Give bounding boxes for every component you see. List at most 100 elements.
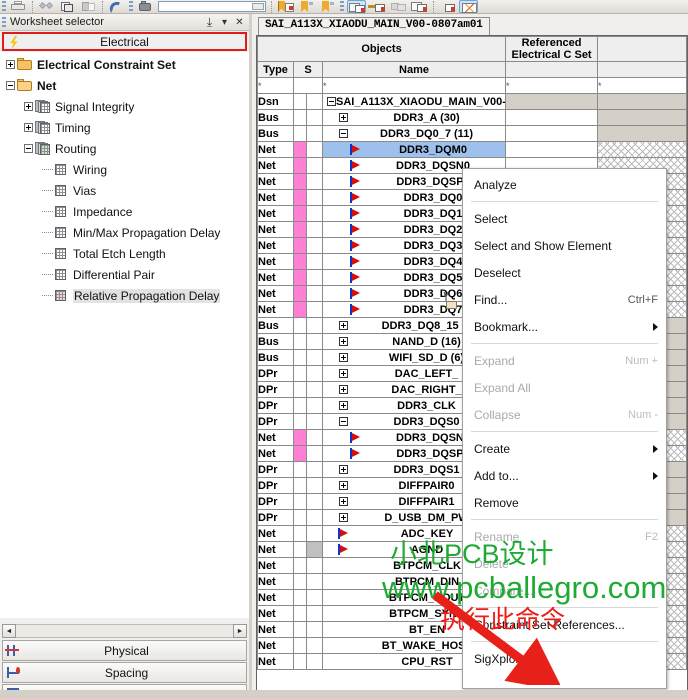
cell-type[interactable]: Net <box>258 542 294 558</box>
worksheet-button-spacing[interactable]: Spacing <box>2 662 247 683</box>
column-s[interactable]: S <box>294 62 323 78</box>
flag-icon[interactable] <box>276 0 295 13</box>
cell-s[interactable] <box>307 366 323 382</box>
cell-type[interactable]: Net <box>258 174 294 190</box>
chevron-down-icon[interactable]: ▾ <box>217 15 232 30</box>
cell-s[interactable] <box>307 174 323 190</box>
cell-s[interactable] <box>307 318 323 334</box>
disconnect-icon[interactable] <box>37 0 56 13</box>
worksheet-next-icon[interactable] <box>410 0 429 13</box>
menu-item-deselect[interactable]: Deselect <box>463 259 666 286</box>
cell-s[interactable] <box>307 510 323 526</box>
cell-s[interactable] <box>307 414 323 430</box>
expand-icon[interactable] <box>339 465 348 474</box>
toolbar-grip[interactable] <box>2 1 6 12</box>
collapse-icon[interactable] <box>327 97 336 106</box>
cell-type[interactable]: Net <box>258 158 294 174</box>
cell-type[interactable]: Net <box>258 558 294 574</box>
cell-s[interactable] <box>307 126 323 142</box>
toolbar-grip[interactable] <box>340 1 344 12</box>
cell-referenced-cset[interactable] <box>506 142 598 158</box>
worksheet-back-icon[interactable] <box>368 0 387 13</box>
menu-item-create[interactable]: Create <box>463 435 666 462</box>
cell-s[interactable] <box>307 142 323 158</box>
cell-s[interactable] <box>307 622 323 638</box>
cell-s[interactable] <box>307 270 323 286</box>
cell-type[interactable]: Net <box>258 254 294 270</box>
scroll-right-button[interactable]: ► <box>233 624 247 638</box>
cell-type[interactable]: DPr <box>258 510 294 526</box>
flag-dropdown-icon[interactable] <box>297 0 316 13</box>
cell-type[interactable]: DPr <box>258 366 294 382</box>
expand-icon[interactable] <box>339 321 348 330</box>
cell-type[interactable]: Net <box>258 574 294 590</box>
tree-item-relative-propagation-delay[interactable]: Relative Propagation Delay <box>0 285 249 306</box>
cell-type[interactable]: Net <box>258 622 294 638</box>
cell-extra[interactable] <box>598 142 687 158</box>
column-name[interactable]: Name <box>323 62 506 78</box>
cell-s[interactable] <box>307 494 323 510</box>
pin-icon[interactable]: ⤓ <box>202 15 217 30</box>
filter-row[interactable]: **** <box>258 78 687 94</box>
menu-item-add-to[interactable]: Add to... <box>463 462 666 489</box>
cell-type[interactable]: Net <box>258 606 294 622</box>
cell-type[interactable]: Net <box>258 654 294 670</box>
cell-type[interactable]: Net <box>258 238 294 254</box>
cell-type[interactable]: DPr <box>258 494 294 510</box>
column-group-referenced-cset[interactable]: Referenced Electrical C Set <box>506 37 598 62</box>
electrical-domain-button[interactable]: Electrical <box>2 32 247 51</box>
cell-type[interactable]: Net <box>258 590 294 606</box>
cell-s[interactable] <box>307 638 323 654</box>
column-referenced-cset-sub[interactable] <box>506 62 598 78</box>
cell-extra[interactable] <box>598 126 687 142</box>
filter-name[interactable]: * <box>323 78 506 94</box>
cell-s[interactable] <box>307 254 323 270</box>
cell-type[interactable]: DPr <box>258 414 294 430</box>
cell-s[interactable] <box>307 478 323 494</box>
table-row[interactable]: BusDDR3_DQ0_7 (11) <box>258 126 687 142</box>
cell-type[interactable]: DPr <box>258 478 294 494</box>
expand-icon[interactable] <box>339 353 348 362</box>
document-tab[interactable]: SAI_A113X_XIAODU_MAIN_V00-0807am01 <box>258 17 490 35</box>
cell-type[interactable]: Net <box>258 222 294 238</box>
table-row[interactable]: BusDDR3_A (30) <box>258 110 687 126</box>
cell-type[interactable]: Net <box>258 526 294 542</box>
tree-item-impedance[interactable]: Impedance <box>0 201 249 222</box>
cell-type[interactable]: Bus <box>258 318 294 334</box>
expand-icon[interactable] <box>339 385 348 394</box>
tree-item-net[interactable]: Net <box>0 75 249 96</box>
cell-s[interactable] <box>307 446 323 462</box>
copy-icon[interactable] <box>58 0 77 13</box>
cell-type[interactable]: Bus <box>258 334 294 350</box>
expand-icon[interactable] <box>339 401 348 410</box>
tree-item-differential-pair[interactable]: Differential Pair <box>0 264 249 285</box>
expand-icon[interactable] <box>24 102 33 111</box>
worksheet-tree[interactable]: Electrical Constraint SetNetSignal Integ… <box>0 52 249 618</box>
collapse-icon[interactable] <box>339 417 348 426</box>
cell-s[interactable] <box>307 94 323 110</box>
tree-item-vias[interactable]: Vias <box>0 180 249 201</box>
cell-type[interactable]: DPr <box>258 462 294 478</box>
cell-s[interactable] <box>307 222 323 238</box>
cell-s[interactable] <box>307 382 323 398</box>
cell-s[interactable] <box>307 462 323 478</box>
column-group-objects[interactable]: Objects <box>258 37 506 62</box>
column-group-extra[interactable] <box>598 37 687 62</box>
cell-type[interactable]: Net <box>258 286 294 302</box>
cell-s[interactable] <box>307 590 323 606</box>
cell-name[interactable]: DDR3_DQ0_7 (11) <box>323 126 506 142</box>
undo-icon[interactable] <box>107 0 126 13</box>
cell-s[interactable] <box>307 110 323 126</box>
expand-icon[interactable] <box>339 113 348 122</box>
cell-type[interactable]: DPr <box>258 382 294 398</box>
cell-s[interactable] <box>307 206 323 222</box>
filter-extra[interactable]: * <box>598 78 687 94</box>
cell-s[interactable] <box>307 190 323 206</box>
cell-referenced-cset[interactable] <box>506 94 598 110</box>
cell-s[interactable] <box>307 334 323 350</box>
column-extra-sub[interactable] <box>598 62 687 78</box>
panel-drag-handle[interactable] <box>2 17 6 28</box>
worksheet-icon[interactable] <box>347 0 366 13</box>
cell-s[interactable] <box>307 350 323 366</box>
cell-type[interactable]: Net <box>258 206 294 222</box>
